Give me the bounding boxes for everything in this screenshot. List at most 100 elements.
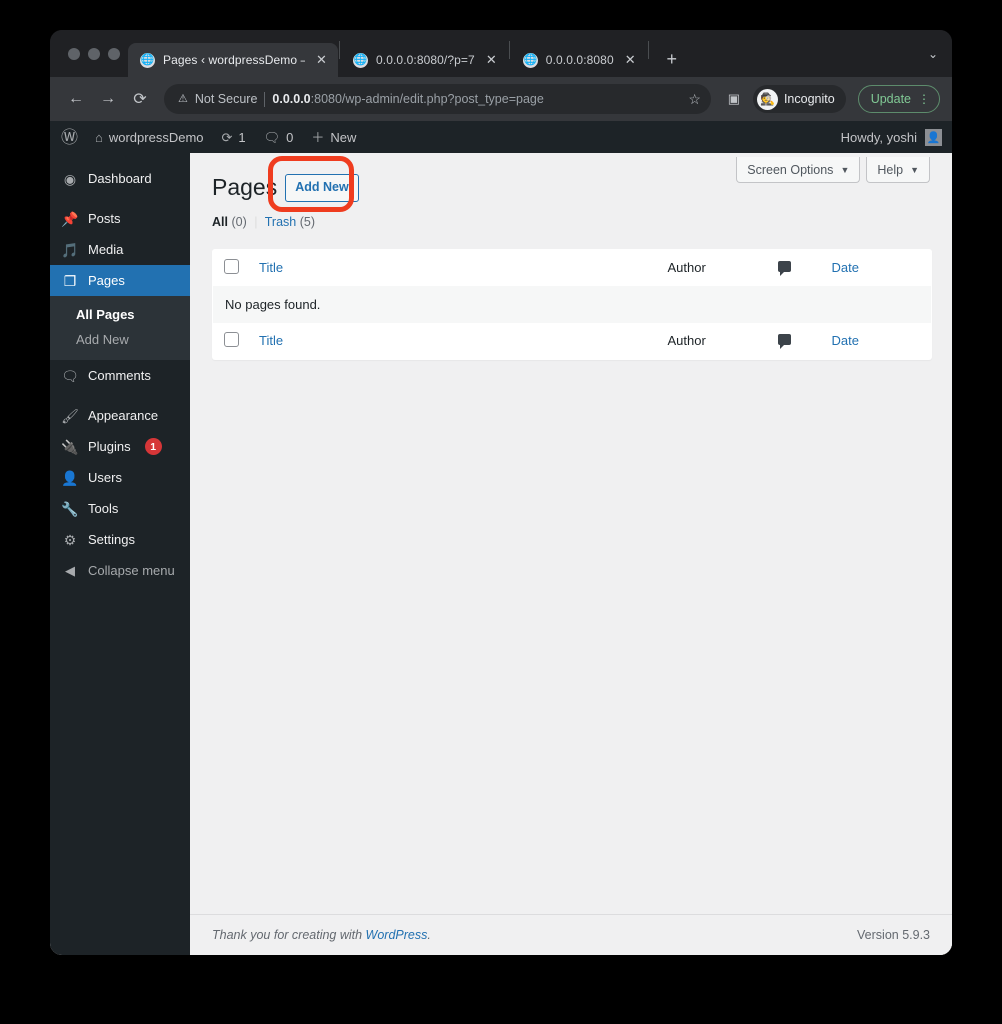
admin-footer: Thank you for creating with WordPress. V… <box>190 914 952 955</box>
tab-strip: 🌐 Pages ‹ wordpressDemo — Wo ✕ 🌐 0.0.0.0… <box>50 30 952 77</box>
globe-icon: 🌐 <box>140 52 155 68</box>
sidebar-item-plugins[interactable]: 🔌 Plugins 1 <box>50 431 190 462</box>
update-button[interactable]: Update ⋮ <box>857 85 940 113</box>
wordpress-link[interactable]: WordPress <box>366 928 428 942</box>
incognito-spy-icon: 🕵 <box>756 88 778 110</box>
sidebar-item-appearance[interactable]: 🖌 Appearance <box>50 400 190 431</box>
add-new-button[interactable]: Add New <box>285 174 359 202</box>
table-head: Title Author Date <box>213 250 932 286</box>
table-footer-row: Title Author Date <box>213 323 931 359</box>
sidebar-item-comments[interactable]: 🗨 Comments <box>50 360 190 391</box>
filter-separator: | <box>254 214 258 229</box>
admin-sidebar: ◉ Dashboard 📌 Posts 🎵 Media ❐ Pages All … <box>50 153 190 955</box>
updates-menu[interactable]: ⟳ 1 <box>213 121 255 153</box>
maximize-window-button[interactable] <box>108 47 120 60</box>
column-header-comments <box>768 250 822 286</box>
incognito-label: Incognito <box>783 92 835 106</box>
sidebar-item-posts[interactable]: 📌 Posts <box>50 203 190 234</box>
side-panel-icon[interactable]: ▣ <box>721 86 747 112</box>
close-tab-icon[interactable]: ✕ <box>313 52 330 69</box>
tab-divider <box>508 40 510 59</box>
column-footer-title: Title <box>249 323 658 359</box>
tab-title: 0.0.0.0:8080 <box>545 53 614 67</box>
close-tab-icon[interactable]: ✕ <box>622 52 639 69</box>
url-host: 0.0.0.0 <box>272 92 311 106</box>
sidebar-item-pages[interactable]: ❐ Pages <box>50 265 190 296</box>
column-footer-comments <box>768 323 822 359</box>
reload-button[interactable]: ⟳ <box>126 85 154 113</box>
avatar: 👤 <box>925 128 942 146</box>
browser-tab-1[interactable]: 🌐 Pages ‹ wordpressDemo — Wo ✕ <box>128 43 338 77</box>
comment-bubble-icon[interactable] <box>777 261 791 277</box>
sidebar-item-label: Users <box>88 470 122 485</box>
sort-title-link[interactable]: Title <box>259 260 283 275</box>
tab-list: 🌐 Pages ‹ wordpressDemo — Wo ✕ 🌐 0.0.0.0… <box>128 30 686 77</box>
filter-trash-link[interactable]: Trash <box>265 215 297 229</box>
filter-all-label[interactable]: All <box>212 215 228 229</box>
sidebar-item-dashboard[interactable]: ◉ Dashboard <box>50 163 190 194</box>
column-header-author: Author <box>667 260 706 276</box>
close-tab-icon[interactable]: ✕ <box>483 52 500 69</box>
sidebar-subitem-all-pages[interactable]: All Pages <box>50 302 190 327</box>
sidebar-item-label: Pages <box>88 273 125 288</box>
content-inner: Pages Add New All (0) | Trash (5) Title … <box>190 153 952 914</box>
dashboard-icon: ◉ <box>63 170 77 187</box>
sidebar-subitem-add-new[interactable]: Add New <box>50 327 190 352</box>
howdy-label: Howdy, yoshi <box>840 129 917 145</box>
account-menu[interactable]: Howdy, yoshi 👤 <box>840 128 952 146</box>
sidebar-item-tools[interactable]: 🔧 Tools <box>50 493 190 524</box>
comment-icon: 🗨 <box>61 367 79 384</box>
comment-bubble-icon[interactable] <box>777 334 791 350</box>
sidebar-item-settings[interactable]: ⚙ Settings <box>50 524 190 555</box>
add-new-wrapper: Add New <box>268 156 359 213</box>
site-name-menu[interactable]: ⌂ wordpressDemo <box>86 121 213 153</box>
globe-icon: 🌐 <box>522 52 538 68</box>
user-icon: 👤 <box>61 469 79 486</box>
status-filter-links: All (0) | Trash (5) <box>212 215 932 229</box>
sidebar-item-users[interactable]: 👤 Users <box>50 462 190 493</box>
pages-submenu: All Pages Add New <box>50 296 190 360</box>
forward-button[interactable]: → <box>94 85 122 113</box>
sidebar-item-media[interactable]: 🎵 Media <box>50 234 190 265</box>
footer-version: Version 5.9.3 <box>857 928 930 942</box>
close-window-button[interactable] <box>68 47 80 60</box>
column-header-date: Date <box>822 250 932 286</box>
pages-icon: ❐ <box>63 272 77 289</box>
address-bar[interactable]: ⚠ Not Secure 0.0.0.0:8080/wp-admin/edit.… <box>164 84 711 114</box>
browser-tab-2[interactable]: 🌐 0.0.0.0:8080/?p=7 ✕ <box>341 43 508 77</box>
sidebar-item-label: Media <box>88 242 124 257</box>
browser-menu-icon[interactable]: ⋮ <box>918 93 930 105</box>
url-text: 0.0.0.0:8080/wp-admin/edit.php?post_type… <box>272 92 673 106</box>
filter-all-count: (0) <box>231 214 247 229</box>
wordpress-logo-icon[interactable]: Ⓦ <box>50 129 86 146</box>
settings-icon: ⚙ <box>63 531 77 548</box>
select-all-checkbox-footer[interactable] <box>224 331 239 347</box>
select-all-footer-header <box>213 323 249 359</box>
comments-menu[interactable]: 🗨 0 <box>255 121 303 153</box>
sort-date-link-footer[interactable]: Date <box>832 333 859 348</box>
bookmark-star-icon[interactable]: ☆ <box>680 91 701 108</box>
sort-date-link[interactable]: Date <box>832 260 859 275</box>
collapse-menu-button[interactable]: ◀ Collapse menu <box>50 555 190 586</box>
page-viewport: Ⓦ ⌂ wordpressDemo ⟳ 1 🗨 0 ＋ New Howdy, y… <box>50 121 952 955</box>
column-header-title: Title <box>249 250 658 286</box>
plus-icon: ＋ <box>311 129 325 145</box>
plug-icon: 🔌 <box>61 438 79 455</box>
table-body: No pages found. <box>213 285 931 323</box>
minimize-window-button[interactable] <box>88 47 100 60</box>
pages-list-table: Title Author Date No pages found. Title … <box>212 248 932 360</box>
new-tab-button[interactable]: + <box>658 45 686 73</box>
back-button[interactable]: ← <box>62 85 90 113</box>
update-label: Update <box>870 92 911 106</box>
table-empty-row: No pages found. <box>213 285 931 323</box>
incognito-indicator[interactable]: 🕵 Incognito <box>752 85 846 113</box>
tab-divider <box>339 40 340 59</box>
chevron-down-icon[interactable]: ⌄ <box>928 47 938 61</box>
table-foot: Title Author Date <box>213 323 931 359</box>
sort-title-link-footer[interactable]: Title <box>259 333 283 348</box>
select-all-checkbox[interactable] <box>224 258 239 274</box>
footer-thanks-suffix: . <box>427 928 431 942</box>
new-content-menu[interactable]: ＋ New <box>302 121 365 153</box>
browser-tab-3[interactable]: 🌐 0.0.0.0:8080 ✕ <box>511 43 647 77</box>
sidebar-item-label: Appearance <box>88 408 159 423</box>
